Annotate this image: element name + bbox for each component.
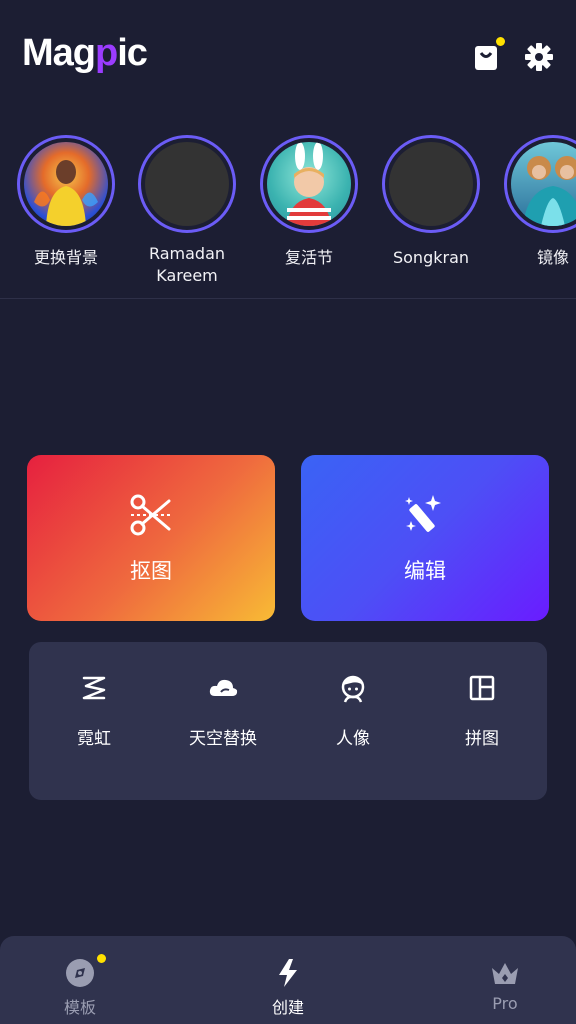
- tab-label: Pro: [492, 994, 518, 1013]
- collage-icon: [469, 675, 495, 701]
- cloud-icon: [209, 679, 238, 696]
- tool-sky-replace[interactable]: 天空替换: [163, 672, 283, 749]
- story-avatar: [260, 135, 358, 233]
- story-label: Songkran: [392, 248, 470, 267]
- bottom-tab-bar: 模板 创建 Pro: [0, 936, 576, 1024]
- tab-label: 模板: [63, 998, 96, 1017]
- app-logo: Magpic: [22, 32, 148, 74]
- notification-dot: [496, 37, 505, 46]
- settings-button[interactable]: [522, 40, 556, 74]
- cutout-card-button[interactable]: 抠图: [27, 455, 275, 621]
- tool-neon[interactable]: 霓虹: [34, 672, 154, 749]
- cutout-label: 抠图: [130, 559, 172, 583]
- notification-dot: [97, 954, 106, 963]
- story-label: Ramadan Kareem: [148, 244, 226, 285]
- tab-label: 创建: [271, 998, 304, 1017]
- tab-pro[interactable]: Pro: [445, 956, 565, 1013]
- compass-icon: [66, 959, 94, 987]
- scissors-icon: [130, 494, 171, 536]
- story-avatar: [382, 135, 480, 233]
- tool-label: 霓虹: [77, 729, 111, 749]
- story-easter[interactable]: 复活节: [249, 135, 369, 269]
- magic-wand-icon: [405, 495, 441, 532]
- gear-icon: [525, 43, 553, 71]
- story-mirror[interactable]: 镜像: [493, 135, 576, 269]
- tools-panel: 霓虹 天空替换 人像 拼图: [29, 642, 547, 800]
- portrait-icon: [341, 675, 365, 703]
- story-avatar: [504, 135, 576, 233]
- template-stories-row: 更换背景 Ramadan Kareem 复活节 Songkran 镜像: [0, 135, 576, 300]
- story-songkran[interactable]: Songkran: [371, 135, 491, 269]
- lightning-icon: [279, 959, 297, 987]
- crown-icon: [492, 963, 518, 984]
- edit-label: 编辑: [404, 559, 446, 583]
- story-avatar: [17, 135, 115, 233]
- edit-card-button[interactable]: 编辑: [301, 455, 549, 621]
- neon-icon: [82, 676, 106, 700]
- tool-collage[interactable]: 拼图: [422, 672, 542, 749]
- app-header: Magpic: [0, 0, 576, 120]
- story-change-background[interactable]: 更换背景: [6, 135, 126, 269]
- tab-create[interactable]: 创建: [228, 956, 348, 1018]
- tool-label: 天空替换: [189, 729, 257, 749]
- story-label: 复活节: [284, 248, 333, 267]
- tool-portrait[interactable]: 人像: [293, 672, 413, 749]
- story-label: 镜像: [536, 248, 569, 267]
- tool-label: 人像: [336, 729, 370, 749]
- divider: [0, 298, 576, 299]
- shopping-bag-button[interactable]: [470, 37, 505, 74]
- story-avatar: [138, 135, 236, 233]
- tab-templates[interactable]: 模板: [20, 954, 140, 1018]
- story-ramadan-kareem[interactable]: Ramadan Kareem: [127, 135, 247, 287]
- tool-label: 拼图: [465, 729, 499, 749]
- story-label: 更换背景: [33, 248, 98, 267]
